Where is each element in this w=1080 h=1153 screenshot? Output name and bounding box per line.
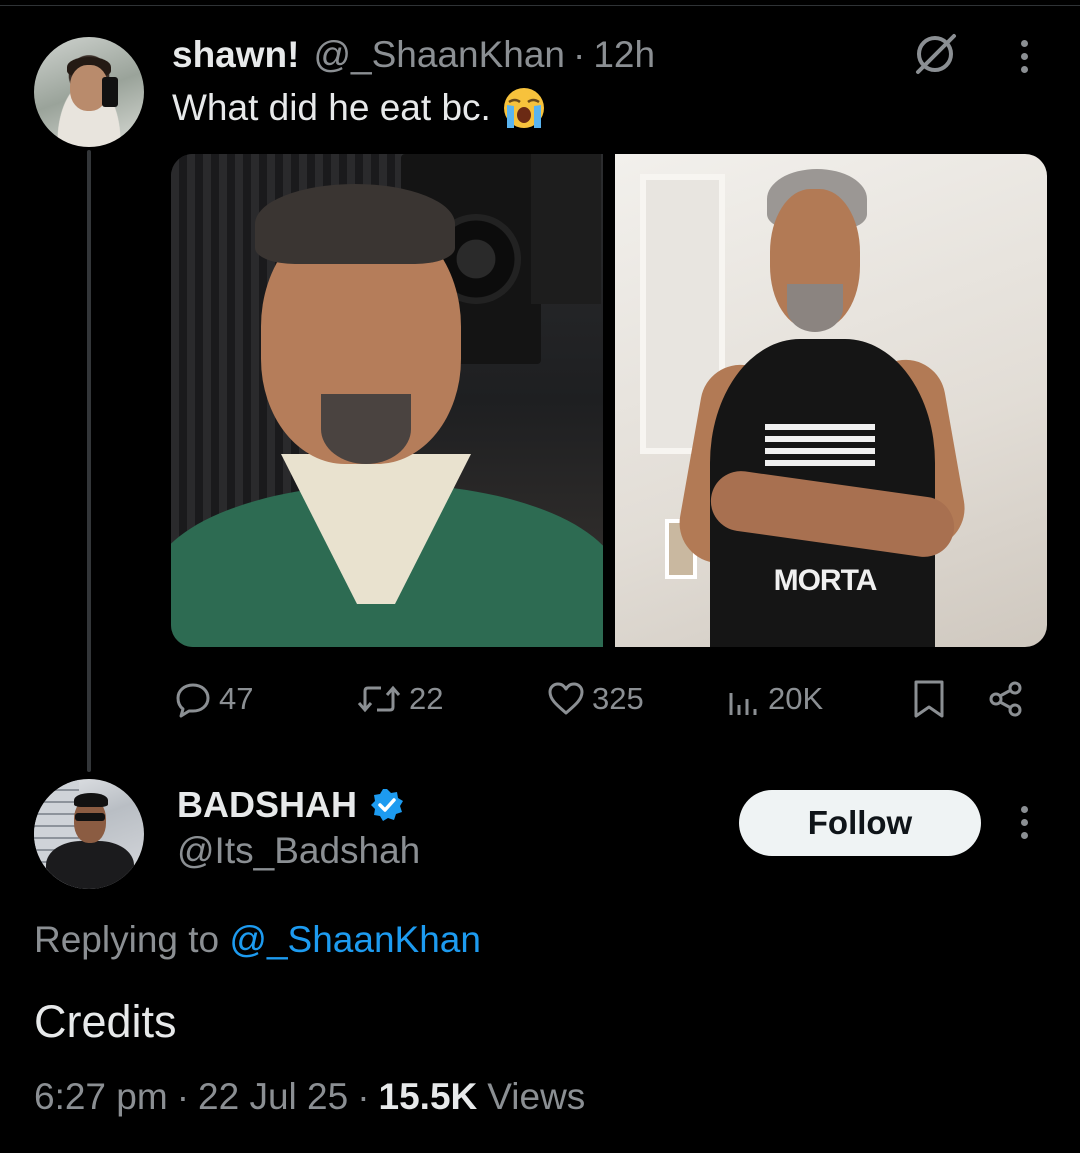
views-label: Views bbox=[487, 1076, 586, 1117]
views-icon bbox=[729, 693, 757, 715]
repost-icon bbox=[357, 685, 401, 713]
views-count: 20K bbox=[768, 681, 824, 716]
reply-avatar[interactable] bbox=[34, 779, 144, 889]
reply-icon bbox=[176, 683, 210, 718]
repost-count: 22 bbox=[409, 681, 444, 716]
share-button[interactable] bbox=[986, 676, 1026, 722]
separator-dot: · bbox=[573, 34, 586, 75]
parent-tweet-text: What did he eat bc. bbox=[172, 87, 491, 128]
repost-button[interactable]: 22 bbox=[355, 676, 443, 722]
tweet-time[interactable]: 6:27 pm bbox=[34, 1076, 168, 1118]
views-total: 15.5K bbox=[378, 1076, 478, 1117]
like-button[interactable]: 325 bbox=[546, 676, 644, 722]
like-icon bbox=[548, 682, 584, 715]
reply-count: 47 bbox=[219, 681, 254, 716]
reply-author[interactable]: BADSHAH bbox=[177, 783, 405, 827]
media-photo-right[interactable]: MORTA bbox=[615, 154, 1047, 647]
tweet-media[interactable]: MORTA bbox=[171, 154, 1047, 647]
follow-button[interactable]: Follow bbox=[739, 790, 981, 856]
like-count: 325 bbox=[592, 681, 644, 716]
share-icon bbox=[989, 681, 1022, 717]
reply-display-name[interactable]: BADSHAH bbox=[177, 784, 357, 826]
parent-header: shawn! @_ShaanKhan · 12h bbox=[172, 30, 655, 80]
parent-time[interactable]: 12h bbox=[593, 34, 655, 76]
verified-icon bbox=[371, 789, 403, 821]
separator-dot: · bbox=[176, 1076, 190, 1117]
media-photo-left[interactable] bbox=[171, 154, 603, 647]
reply-handle[interactable]: @Its_Badshah bbox=[177, 830, 420, 872]
thread-line bbox=[87, 150, 91, 772]
action-bar: 47 22 325 20K bbox=[171, 676, 1031, 722]
more-icon[interactable] bbox=[1017, 40, 1031, 73]
shirt-print-text: MORTA bbox=[773, 564, 878, 597]
more-icon[interactable] bbox=[1017, 806, 1031, 839]
top-divider bbox=[0, 5, 1080, 6]
separator-dot: · bbox=[357, 1076, 370, 1117]
reply-tweet-text: Credits bbox=[34, 996, 177, 1047]
bookmark-icon bbox=[914, 680, 944, 718]
tweet-metadata: 6:27 pm · 22 Jul 25 · 15.5K Views bbox=[34, 1076, 585, 1118]
grok-icon[interactable] bbox=[910, 32, 960, 76]
parent-display-name[interactable]: shawn! bbox=[172, 34, 299, 76]
bookmark-button[interactable] bbox=[912, 676, 946, 722]
replying-to: Replying to @_ShaanKhan bbox=[34, 919, 481, 961]
views-button[interactable]: 20K bbox=[726, 676, 823, 722]
replying-mention-link[interactable]: @_ShaanKhan bbox=[229, 919, 481, 960]
parent-handle[interactable]: @_ShaanKhan bbox=[313, 34, 565, 76]
reply-button[interactable]: 47 bbox=[173, 676, 253, 722]
loudly-crying-face-icon bbox=[503, 88, 544, 128]
parent-tweet-text-row: What did he eat bc. bbox=[172, 86, 547, 130]
replying-prefix: Replying to bbox=[34, 919, 230, 960]
parent-avatar[interactable] bbox=[34, 37, 144, 147]
tweet-date[interactable]: 22 Jul 25 bbox=[198, 1076, 348, 1118]
